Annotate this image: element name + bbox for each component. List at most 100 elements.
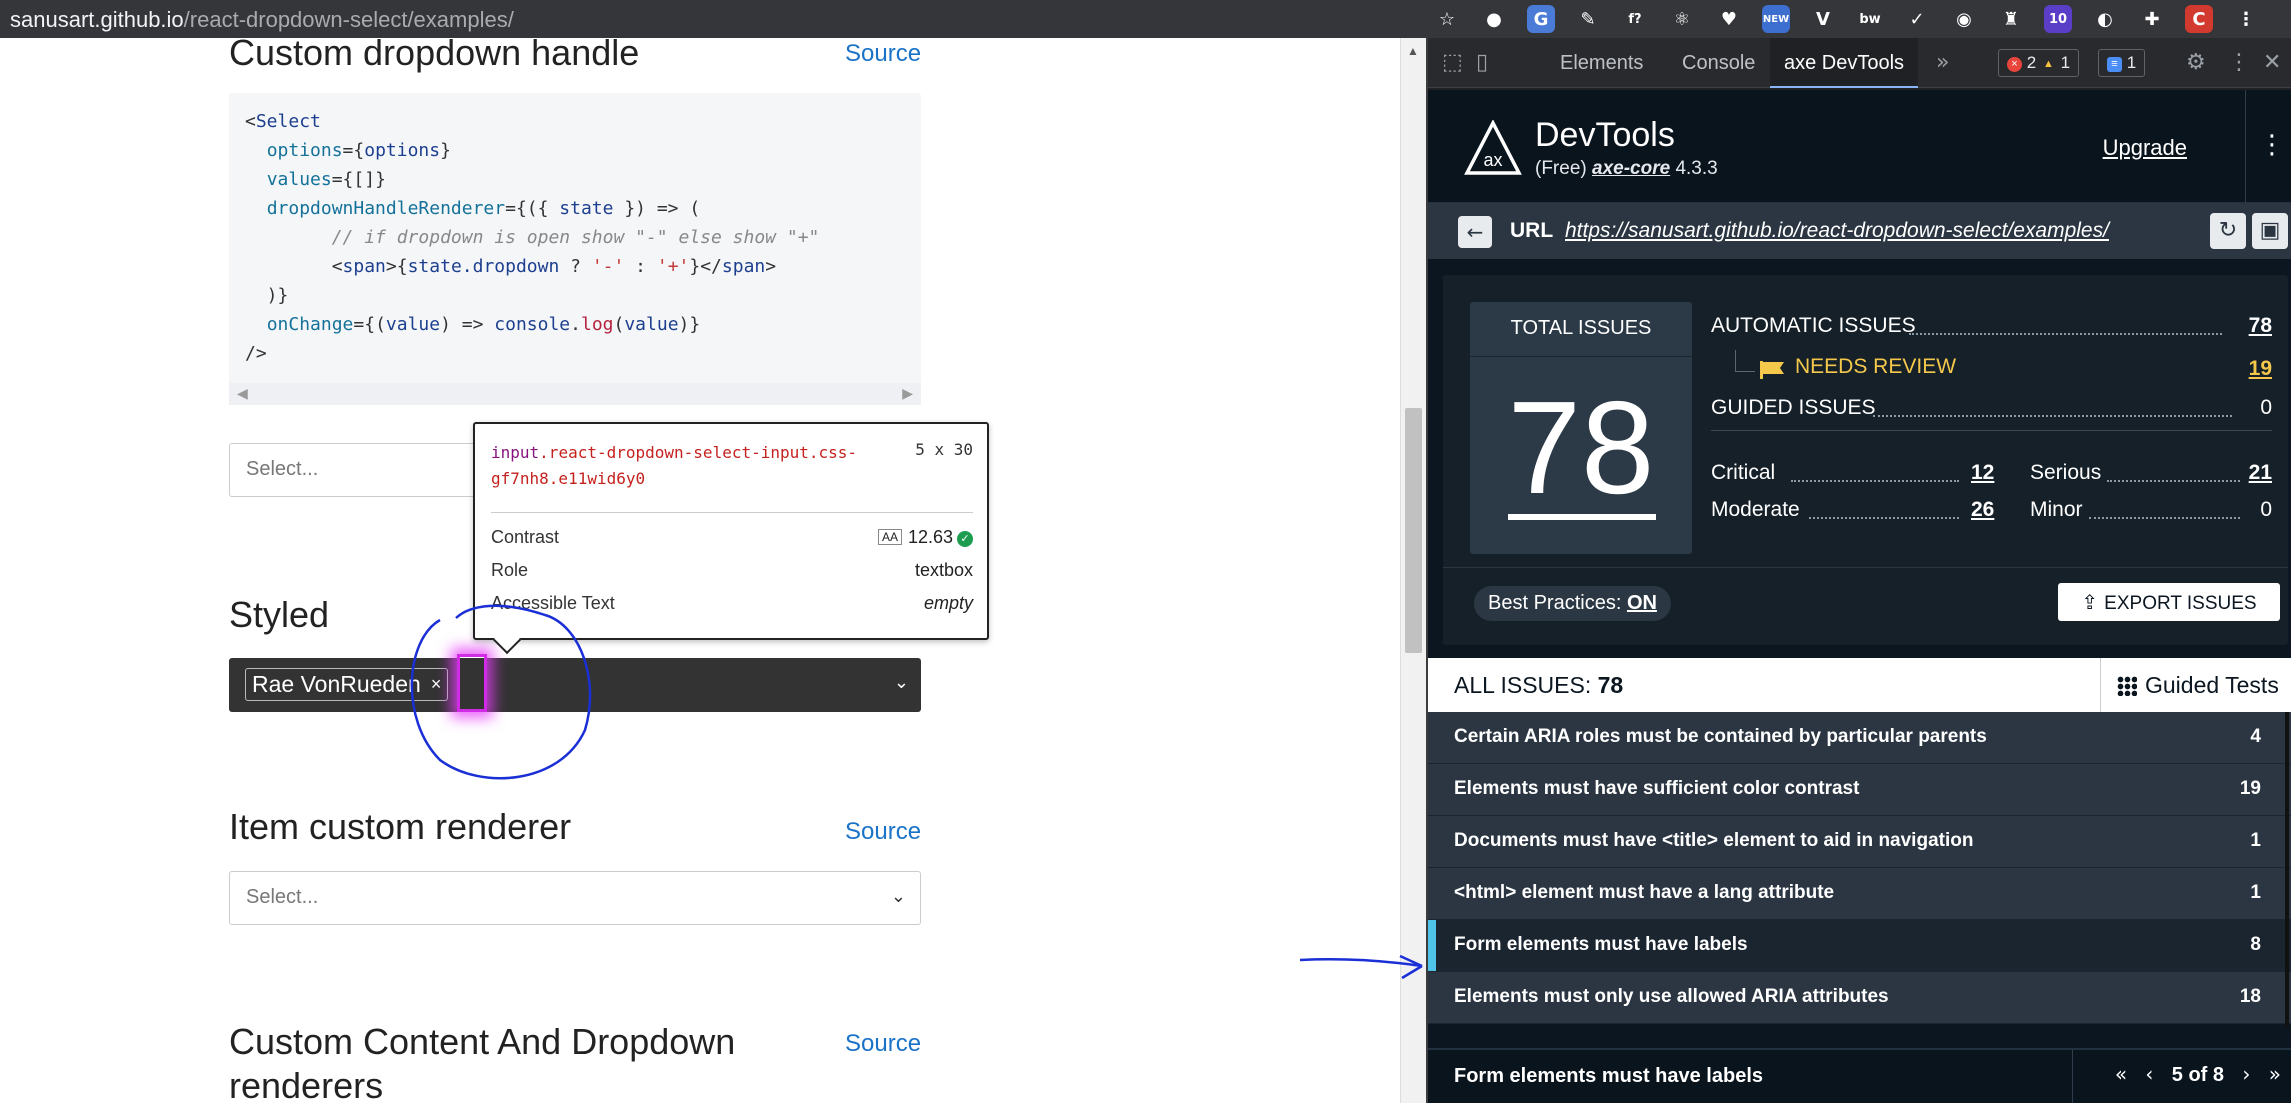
best-practices-toggle[interactable]: Best Practices: ON xyxy=(1474,586,1671,621)
axe-header: ax DevTools (Free) axe-core 4.3.3 Upgrad… xyxy=(1428,90,2291,203)
error-icon: × xyxy=(2007,57,2022,72)
device-toolbar-icon[interactable]: ▯ xyxy=(1476,50,1488,75)
current-issue-title: Form elements must have labels xyxy=(1454,1065,1764,1087)
issue-row[interactable]: <html> element must have a lang attribut… xyxy=(1428,868,2291,920)
total-issues-count[interactable]: 78 xyxy=(1470,382,1692,514)
chevron-down-icon[interactable]: ⌄ xyxy=(894,672,909,693)
eyedropper-icon[interactable]: ✎ xyxy=(1574,5,1602,33)
devtools-menu-icon[interactable]: ⋮ xyxy=(2228,50,2250,75)
menu-icon[interactable]: ⋮ xyxy=(2232,5,2260,33)
scanned-url-link[interactable]: https://sanusart.github.io/react-dropdow… xyxy=(1565,219,2109,243)
source-link[interactable]: Source xyxy=(845,1030,921,1058)
gear-icon[interactable]: ⚙ xyxy=(2186,50,2206,75)
extension-icon-red[interactable]: ♜ xyxy=(1997,5,2025,33)
source-link[interactable]: Source xyxy=(845,818,921,846)
styled-select[interactable]: Rae VonRueden × ⌄ xyxy=(229,658,921,712)
close-icon[interactable]: ✕ xyxy=(2263,50,2281,75)
issues-scrollbar[interactable] xyxy=(2285,712,2289,1026)
chevron-down-icon: ⌄ xyxy=(890,886,906,906)
summary-actions: Best Practices: ON ⇪ EXPORT ISSUES xyxy=(1443,567,2288,645)
message-icon: ≡ xyxy=(2107,57,2122,72)
tab-axe-devtools[interactable]: axe DevTools xyxy=(1770,38,1919,88)
issue-row[interactable]: Elements must have sufficient color cont… xyxy=(1428,764,2291,816)
guided-issues-count: 0 xyxy=(2260,396,2272,419)
issue-row[interactable]: Documents must have <title> element to a… xyxy=(1428,816,2291,868)
upload-icon: ⇪ xyxy=(2081,590,2099,614)
issues-counter-badge[interactable]: × 2 ▲ 1 xyxy=(1998,49,2080,77)
needs-review-count[interactable]: 19 xyxy=(2249,357,2272,381)
first-page-icon[interactable]: « xyxy=(2115,1062,2127,1086)
summary-divider xyxy=(1711,430,2272,431)
tab-elements[interactable]: Elements xyxy=(1560,38,1643,88)
last-page-icon[interactable]: » xyxy=(2269,1062,2281,1086)
all-issues-bar: ALL ISSUES: 78 Guided Tests xyxy=(1428,658,2291,712)
chip-remove-icon[interactable]: × xyxy=(431,674,442,695)
page-indicator: 5 of 8 xyxy=(2171,1064,2225,1086)
moderate-count[interactable]: 26 xyxy=(1971,498,1994,522)
scroll-right-arrow-icon[interactable]: ▶ xyxy=(902,385,913,402)
source-link[interactable]: Source xyxy=(845,40,921,68)
page-scrollbar[interactable]: ▲ xyxy=(1400,38,1426,1103)
tooltip-selector: input.react-dropdown-select-input.css-gf… xyxy=(491,443,858,488)
axe-subtitle: (Free) axe-core 4.3.3 xyxy=(1535,158,1718,179)
more-tabs-icon[interactable]: » xyxy=(1936,50,1949,75)
issue-row[interactable]: Elements must only use allowed ARIA attr… xyxy=(1428,972,2291,1024)
extension-circle-red-icon[interactable]: ◐ xyxy=(2091,5,2119,33)
url-label: URL xyxy=(1510,219,1554,242)
prev-page-icon[interactable]: ‹ xyxy=(2145,1062,2153,1086)
scroll-up-arrow-icon[interactable]: ▲ xyxy=(1407,44,1419,58)
react-icon[interactable]: ⚛ xyxy=(1668,5,1696,33)
critical-count[interactable]: 12 xyxy=(1971,461,1994,485)
automatic-issues-count[interactable]: 78 xyxy=(2249,314,2272,338)
bw-icon[interactable]: bw xyxy=(1856,5,1884,33)
screenshot-icon[interactable]: ◉ xyxy=(1950,5,1978,33)
item-renderer-select[interactable]: Select... ⌄ xyxy=(229,871,921,925)
bookmark-star-icon[interactable]: ☆ xyxy=(1433,5,1461,33)
select-placeholder: Select... xyxy=(246,886,319,908)
check-icon[interactable]: ✓ xyxy=(1903,5,1931,33)
inspected-input-highlight xyxy=(457,654,487,712)
messages-badge[interactable]: ≡ 1 xyxy=(2098,49,2146,77)
devtools-tab-bar: ⬚ ▯ Elements Console axe DevTools » × 2 … xyxy=(1428,38,2291,88)
inspector-tooltip: input.react-dropdown-select-input.css-gf… xyxy=(473,422,989,655)
inspect-element-icon[interactable]: ⬚ xyxy=(1442,50,1463,75)
google-translate-icon[interactable]: G xyxy=(1527,5,1555,33)
next-page-icon[interactable]: › xyxy=(2242,1062,2250,1086)
issue-detail-footer: Form elements must have labels « ‹ 5 of … xyxy=(1428,1048,2291,1103)
new-badge-icon[interactable]: NEW xyxy=(1762,5,1790,33)
pocket-icon[interactable]: ♥ xyxy=(1715,5,1743,33)
guided-tests-tab[interactable]: Guided Tests xyxy=(2100,658,2279,712)
tooltip-arrow xyxy=(492,625,522,655)
count-10-icon[interactable]: 10 xyxy=(2044,5,2072,33)
section-title-item-renderer: Item custom renderer xyxy=(229,806,572,847)
axe-core-link[interactable]: axe-core xyxy=(1592,158,1670,179)
export-issues-button[interactable]: ⇪ EXPORT ISSUES xyxy=(2058,583,2280,621)
selected-chip: Rae VonRueden × xyxy=(245,668,449,701)
back-arrow-icon[interactable]: ← xyxy=(1458,216,1492,248)
formula-icon[interactable]: f? xyxy=(1621,5,1649,33)
scroll-left-arrow-icon[interactable]: ◀ xyxy=(237,385,248,402)
leader-dots xyxy=(1791,480,1959,482)
issue-row[interactable]: Certain ARIA roles must be contained by … xyxy=(1428,712,2291,764)
section-title-custom-handle: Custom dropdown handle xyxy=(229,38,640,73)
tab-console[interactable]: Console xyxy=(1682,38,1755,88)
code-horizontal-scrollbar[interactable]: ◀ ▶ xyxy=(229,383,921,405)
address-bar-url[interactable]: sanusart.github.io/react-dropdown-select… xyxy=(10,7,514,33)
vue-icon[interactable]: V xyxy=(1809,5,1837,33)
puzzle-icon[interactable]: ✚ xyxy=(2138,5,2166,33)
issue-pager: « ‹ 5 of 8 › » xyxy=(2109,1062,2287,1087)
rescan-icon[interactable]: ↻ xyxy=(2210,213,2246,249)
total-divider xyxy=(1470,356,1692,357)
warning-icon: ▲ xyxy=(2042,58,2054,70)
issue-row-selected[interactable]: Form elements must have labels 8 xyxy=(1428,920,2291,972)
axe-menu-icon[interactable]: ⋮ xyxy=(2259,130,2285,160)
page-scrollbar-thumb[interactable] xyxy=(1405,408,1422,653)
extension-circle-icon[interactable]: ● xyxy=(1480,5,1508,33)
profile-avatar-icon[interactable]: C xyxy=(2185,5,2213,33)
select-placeholder: Select... xyxy=(246,458,319,480)
save-icon[interactable]: ▣ xyxy=(2252,213,2288,249)
upgrade-link[interactable]: Upgrade xyxy=(2103,135,2187,161)
moderate-label: Moderate xyxy=(1711,498,1800,521)
serious-count[interactable]: 21 xyxy=(2249,461,2272,485)
section-title-styled: Styled xyxy=(229,594,330,635)
